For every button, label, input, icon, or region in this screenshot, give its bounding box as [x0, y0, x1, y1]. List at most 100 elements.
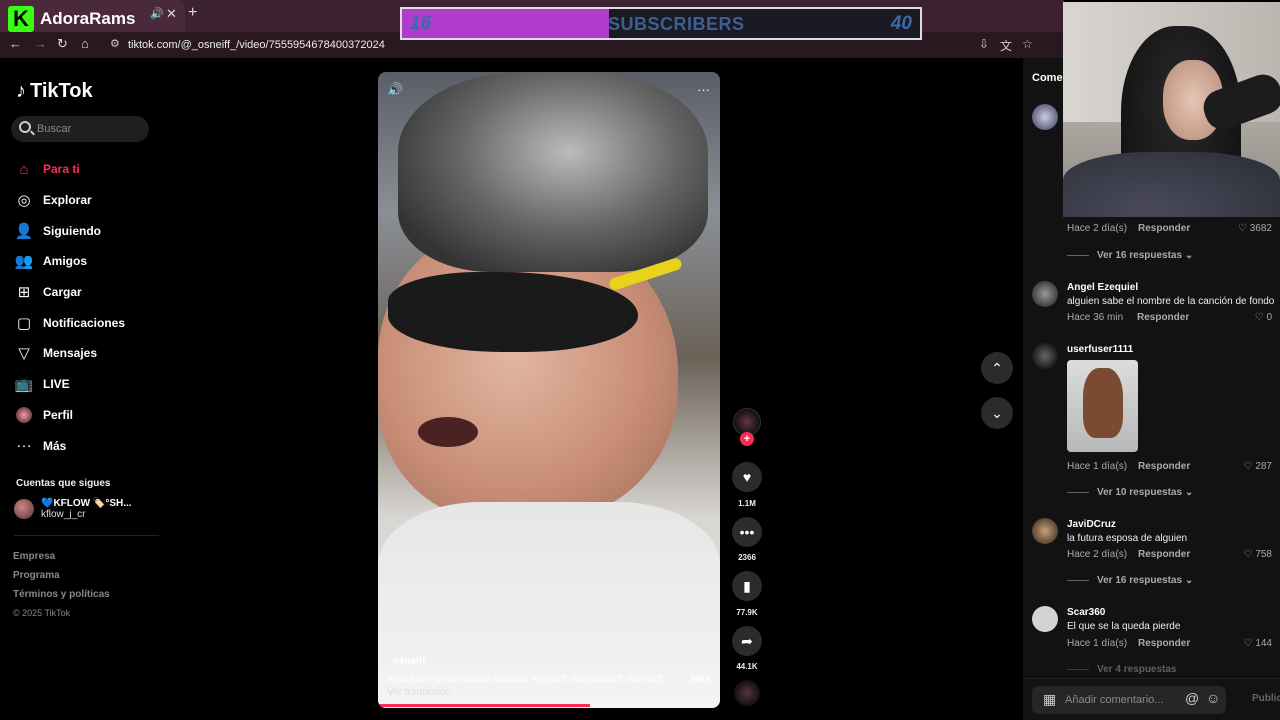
- install-app-icon[interactable]: ⇩: [979, 37, 989, 51]
- comment-like[interactable]: ♡ 0: [1255, 312, 1272, 323]
- footer-link-programa[interactable]: Programa: [13, 570, 110, 589]
- browser-tab[interactable]: K AdoraRams 🔊 ✕: [0, 0, 185, 32]
- subscriber-goal-fill: [402, 9, 610, 38]
- comment-time: Hace 1 día(s): [1067, 638, 1128, 649]
- comment-text: alguien sabe el nombre de la canción de …: [1067, 296, 1275, 307]
- back-arrow-icon[interactable]: ←: [9, 36, 22, 51]
- comment-image[interactable]: [1067, 360, 1138, 452]
- follow-plus-icon[interactable]: +: [740, 432, 754, 446]
- close-tab-icon[interactable]: ✕: [166, 6, 177, 22]
- avatar[interactable]: [1032, 104, 1058, 130]
- comment-bubble-icon[interactable]: •••: [732, 517, 762, 547]
- comment-username[interactable]: Angel Ezequiel: [1067, 282, 1138, 293]
- search-box[interactable]: [11, 116, 149, 142]
- sidebar-item-label: Siguiendo: [43, 223, 101, 238]
- url-text: tiktok.com/@_osneiff_/video/755595467840…: [128, 39, 385, 51]
- sidebar-item-notificaciones[interactable]: ▢ Notificaciones: [14, 307, 125, 338]
- tiktok-logo[interactable]: ♪ TikTok: [16, 80, 93, 103]
- view-replies-button[interactable]: Ver 16 respuestas ⌄: [1067, 250, 1193, 261]
- volume-icon[interactable]: 🔊: [387, 82, 403, 98]
- footer-link-empresa[interactable]: Empresa: [13, 551, 110, 570]
- forward-arrow-icon[interactable]: →: [34, 36, 47, 51]
- speaker-icon[interactable]: 🔊: [150, 7, 164, 20]
- video-progress-bar[interactable]: [378, 704, 720, 707]
- music-disc-icon[interactable]: [734, 680, 760, 706]
- mention-at-icon[interactable]: @: [1185, 690, 1199, 706]
- reply-button[interactable]: Responder: [1138, 638, 1190, 649]
- video-frame-hair: [398, 72, 708, 272]
- comment-username[interactable]: userfuser1111: [1067, 344, 1133, 355]
- sidebar-item-explorar[interactable]: ◎ Explorar: [14, 185, 125, 216]
- sidebar-item-amigos[interactable]: 👥 Amigos: [14, 246, 125, 277]
- new-tab-icon[interactable]: +: [188, 4, 197, 22]
- view-replies-label: Ver 4 respuestas: [1097, 664, 1177, 675]
- comment-like[interactable]: ♡ 287: [1244, 461, 1272, 472]
- subscriber-current: 16: [410, 13, 432, 34]
- view-replies-button[interactable]: Ver 16 respuestas ⌄: [1067, 575, 1193, 586]
- comment-username[interactable]: JaviDCruz: [1067, 519, 1116, 530]
- caption-more-link[interactable]: más: [690, 674, 710, 685]
- heart-outline-icon: ♡: [1243, 461, 1253, 472]
- reload-icon[interactable]: ↻: [57, 36, 68, 52]
- comment-like[interactable]: ♡ 3682: [1238, 223, 1272, 234]
- site-settings-icon[interactable]: ⚙: [110, 37, 120, 50]
- sidebar-item-cargar[interactable]: ⊞ Cargar: [14, 277, 125, 308]
- tiktok-note-icon: ♪: [16, 80, 26, 102]
- following-account-name: 💙KFLOW 🏷️°SH...: [41, 498, 132, 509]
- sidebar-item-siguiendo[interactable]: 👤 Siguiendo: [14, 215, 125, 246]
- share-arrow-icon[interactable]: ➦: [732, 626, 762, 656]
- next-video-chevron-down-icon[interactable]: ⌄: [981, 397, 1013, 429]
- avatar[interactable]: [1032, 518, 1058, 544]
- search-input[interactable]: [37, 120, 141, 138]
- sidebar-item-para-ti[interactable]: ⌂ Para ti: [14, 154, 125, 185]
- send-icon: ▽: [18, 345, 30, 363]
- comment-username[interactable]: Scar360: [1067, 607, 1105, 618]
- bookmark-star-icon[interactable]: ☆: [1022, 37, 1033, 51]
- publish-button[interactable]: Publicar: [1252, 693, 1280, 704]
- comment-time: Hace 2 día(s): [1067, 223, 1128, 234]
- translate-icon[interactable]: 文: [1000, 37, 1012, 54]
- video-author[interactable]: _osneiff_: [387, 656, 431, 667]
- reply-button[interactable]: Responder: [1138, 461, 1190, 472]
- tab-title: AdoraRams: [40, 9, 136, 28]
- following-account[interactable]: 💙KFLOW 🏷️°SH... kflow_j_cr: [14, 498, 132, 520]
- avatar[interactable]: [1032, 281, 1058, 307]
- sidebar-item-live[interactable]: 📺 LIVE: [14, 369, 125, 400]
- comment-like[interactable]: ♡ 758: [1244, 549, 1272, 560]
- view-replies-label: Ver 16 respuestas: [1097, 575, 1183, 586]
- sidebar-item-label: Perfil: [43, 407, 74, 422]
- avatar[interactable]: [1032, 343, 1058, 369]
- home-icon[interactable]: ⌂: [81, 36, 89, 51]
- home-icon: ⌂: [19, 160, 29, 178]
- footer-link-terminos[interactable]: Términos y políticas: [13, 589, 110, 608]
- avatar[interactable]: [1032, 606, 1058, 632]
- view-replies-button[interactable]: Ver 4 respuestas: [1067, 664, 1177, 675]
- emoji-icon[interactable]: ☺: [1206, 690, 1220, 706]
- reply-button[interactable]: Responder: [1138, 223, 1190, 234]
- more-options-icon[interactable]: ···: [697, 82, 710, 97]
- sidebar-item-label: Notificaciones: [43, 315, 126, 330]
- sidebar-item-mas[interactable]: ··· Más: [14, 430, 125, 461]
- reply-button[interactable]: Responder: [1137, 312, 1189, 323]
- comment-time: Hace 2 día(s): [1067, 549, 1128, 560]
- sidebar-item-perfil[interactable]: Perfil: [14, 400, 125, 431]
- heart-outline-icon: ♡: [1243, 549, 1253, 560]
- see-translation-link[interactable]: Ver traducción: [387, 687, 451, 698]
- sidebar-item-mensajes[interactable]: ▽ Mensajes: [14, 338, 125, 369]
- comment-like[interactable]: ♡ 144: [1244, 638, 1272, 649]
- reply-button[interactable]: Responder: [1138, 549, 1190, 560]
- video-player[interactable]: 🔊 ··· _osneiff_ nossa lari aproveitando …: [378, 72, 720, 708]
- following-section-title: Cuentas que sigues: [16, 478, 111, 489]
- heart-outline-icon: ♡: [1254, 312, 1264, 323]
- sidebar-item-label: Amigos: [43, 254, 88, 269]
- comments-tab[interactable]: Comer: [1032, 72, 1067, 84]
- like-heart-icon[interactable]: ♥: [732, 462, 762, 492]
- bookmark-icon[interactable]: ▮: [732, 571, 762, 601]
- more-dots-icon: ···: [16, 437, 32, 455]
- previous-video-chevron-up-icon[interactable]: ⌃: [981, 352, 1013, 384]
- friends-icon: 👥: [14, 253, 34, 271]
- comment-time: Hace 1 día(s): [1067, 461, 1128, 472]
- image-attach-icon[interactable]: ▦: [1043, 691, 1056, 708]
- hand-photo: [1083, 368, 1123, 438]
- view-replies-button[interactable]: Ver 10 respuestas ⌄: [1067, 487, 1193, 498]
